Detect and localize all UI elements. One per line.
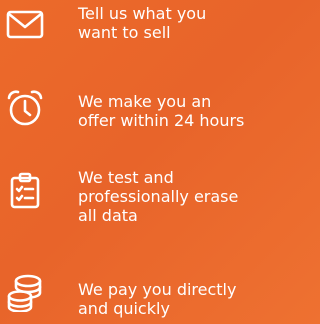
clipboard-checklist-icon bbox=[5, 170, 45, 210]
step-text: We make you an offer within 24 hours bbox=[78, 92, 245, 130]
coins-stack-icon bbox=[5, 272, 45, 312]
step-text: Tell us what you want to sell bbox=[78, 4, 207, 42]
alarm-clock-icon bbox=[5, 88, 45, 128]
step-text: We pay you directly and quickly bbox=[78, 280, 237, 318]
envelope-icon bbox=[5, 4, 45, 44]
step-text: We test and professionally erase all dat… bbox=[78, 168, 239, 225]
